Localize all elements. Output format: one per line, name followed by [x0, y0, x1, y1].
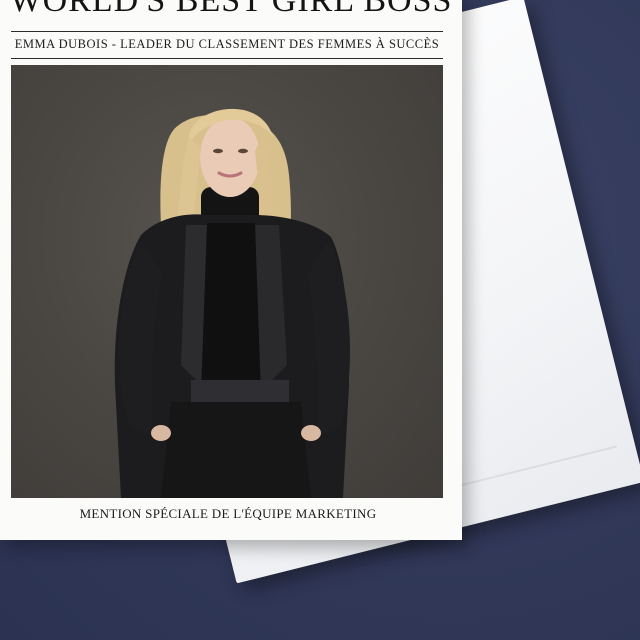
portrait-photo [11, 65, 443, 498]
greeting-card: WORLD'S BEST GIRL BOSS EMMA DUBOIS - LEA… [0, 0, 462, 540]
left-eye [213, 148, 223, 154]
title-divider-bottom [11, 58, 443, 59]
portrait-illustration [114, 108, 351, 498]
card-caption: MENTION SPÉCIALE DE L'ÉQUIPE MARKETING [79, 506, 377, 521]
mockup-scene: WORLD'S BEST GIRL BOSS EMMA DUBOIS - LEA… [0, 0, 640, 640]
face [200, 117, 260, 197]
right-hand [301, 425, 321, 441]
turtleneck-torso [201, 223, 261, 395]
belt [191, 380, 289, 402]
right-eye [238, 148, 248, 154]
card-subtitle: EMMA DUBOIS - LEADER DU CLASSEMENT DES F… [14, 37, 440, 51]
card-title: WORLD'S BEST GIRL BOSS [9, 0, 453, 19]
left-hand [151, 425, 171, 441]
title-divider-top [11, 31, 443, 32]
trousers [161, 402, 311, 498]
